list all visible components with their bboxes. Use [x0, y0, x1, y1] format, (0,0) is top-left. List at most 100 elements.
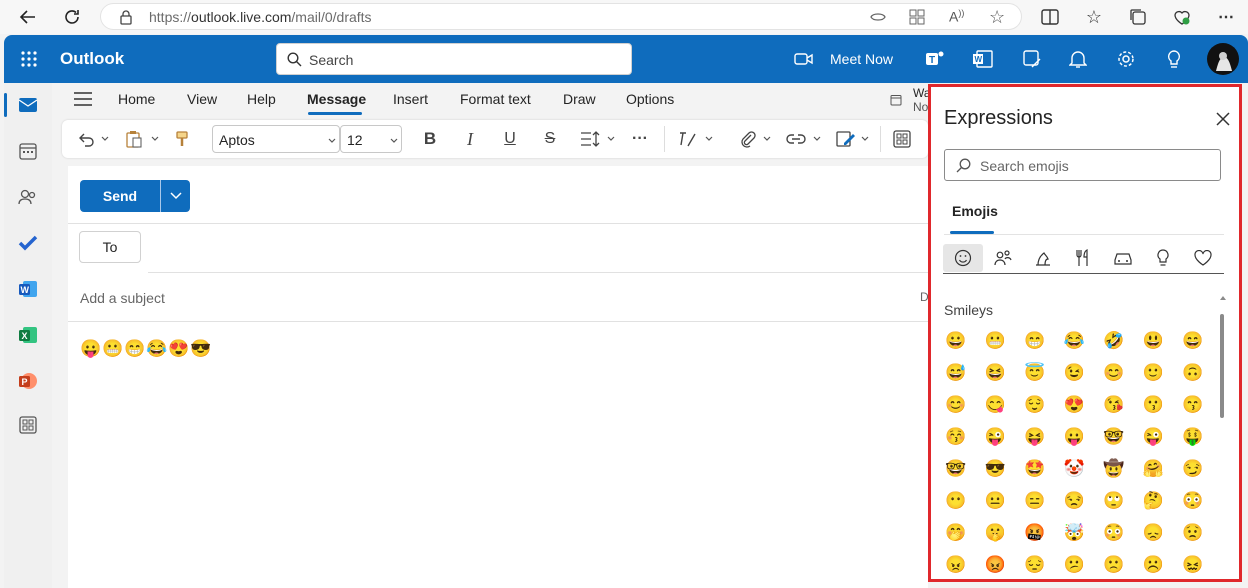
refresh-icon[interactable] — [60, 5, 84, 29]
mail-icon[interactable] — [16, 93, 40, 117]
emoji-cell[interactable]: 😉 — [1064, 362, 1086, 384]
emoji-cell[interactable]: 😕 — [1064, 554, 1086, 576]
emoji-cell[interactable]: 😊 — [1103, 362, 1125, 384]
favorite-star-icon[interactable]: ☆ — [989, 7, 1005, 28]
emoji-cell[interactable]: 😏 — [1182, 458, 1204, 480]
emoji-cell[interactable]: 😘 — [1103, 394, 1125, 416]
emoji-cell[interactable]: 🤫 — [985, 522, 1007, 544]
heart-icon[interactable] — [1183, 244, 1223, 272]
food-icon[interactable] — [1063, 244, 1103, 272]
excel-icon[interactable]: X — [16, 323, 40, 347]
emoji-cell[interactable]: 😠 — [945, 554, 967, 576]
emoji-cell[interactable]: 😋 — [985, 394, 1007, 416]
emoji-cell[interactable]: 🙁 — [1103, 554, 1125, 576]
signature-icon[interactable] — [836, 129, 856, 149]
emoji-cell[interactable]: 🤔 — [1143, 490, 1165, 512]
todo-icon[interactable] — [16, 231, 40, 255]
app-name[interactable]: Outlook — [60, 49, 124, 69]
collections-icon[interactable] — [1126, 5, 1150, 29]
chevron-down-icon[interactable] — [150, 134, 160, 144]
chevron-down-icon[interactable] — [762, 134, 772, 144]
emoji-cell[interactable]: 😳 — [1103, 522, 1125, 544]
bold-icon[interactable]: B — [420, 129, 440, 149]
word-icon[interactable]: W — [16, 277, 40, 301]
tab-emojis[interactable]: Emojis — [952, 203, 998, 219]
app-launcher-icon[interactable] — [20, 50, 38, 68]
scroll-up-arrow-icon[interactable] — [1220, 295, 1226, 301]
subject-input[interactable]: Add a subject — [80, 290, 165, 306]
emoji-cell[interactable]: 😛 — [1064, 426, 1086, 448]
emoji-cell[interactable]: 😔 — [1024, 554, 1046, 576]
emoji-cell[interactable]: 😌 — [1024, 394, 1046, 416]
apps-icon[interactable] — [909, 9, 925, 25]
emoji-cell[interactable]: ☹️ — [1143, 554, 1165, 576]
notes-icon[interactable] — [1020, 47, 1044, 71]
lightbulb-icon[interactable] — [1143, 244, 1183, 272]
emoji-cell[interactable]: 🤠 — [1103, 458, 1125, 480]
emoji-cell[interactable]: 😃 — [1143, 330, 1165, 352]
close-icon[interactable] — [1213, 109, 1233, 129]
underline-icon[interactable]: U — [500, 129, 520, 149]
emoji-search-input[interactable]: Search emojis — [944, 149, 1221, 181]
emoji-cell[interactable]: 😅 — [945, 362, 967, 384]
search-input[interactable]: Search — [276, 43, 632, 75]
tab-options[interactable]: Options — [626, 91, 674, 107]
emoji-cell[interactable]: 😄 — [1182, 330, 1204, 352]
tab-message[interactable]: Message — [307, 91, 366, 107]
emoji-cell[interactable]: 🙂 — [1143, 362, 1165, 384]
emoji-cell[interactable]: 😑 — [1024, 490, 1046, 512]
animal-icon[interactable] — [1023, 244, 1063, 272]
favorites-icon[interactable]: ☆ — [1082, 5, 1106, 29]
chevron-down-icon[interactable] — [860, 134, 870, 144]
people-icon[interactable] — [983, 244, 1023, 272]
gear-icon[interactable] — [1114, 47, 1138, 71]
undo-icon[interactable] — [76, 129, 96, 149]
send-button[interactable]: Send — [80, 180, 160, 212]
to-button[interactable]: To — [79, 231, 141, 263]
emoji-cell[interactable]: 🤗 — [1143, 458, 1165, 480]
font-size-select[interactable]: 12 — [340, 125, 402, 153]
italic-icon[interactable]: I — [460, 129, 480, 149]
tab-format-text[interactable]: Format text — [460, 91, 531, 107]
split-screen-icon[interactable] — [1038, 5, 1062, 29]
emoji-cell[interactable]: 🤓 — [1103, 426, 1125, 448]
tab-home[interactable]: Home — [118, 91, 155, 107]
emoji-cell[interactable]: 😐 — [985, 490, 1007, 512]
emoji-cell[interactable]: 🙄 — [1103, 490, 1125, 512]
font-family-select[interactable]: Aptos — [212, 125, 340, 153]
clipboard-icon[interactable] — [124, 129, 144, 149]
attach-paperclip-icon[interactable] — [738, 129, 758, 149]
chevron-down-icon[interactable] — [100, 134, 110, 144]
emoji-cell[interactable]: 😆 — [985, 362, 1007, 384]
scrollbar-thumb[interactable] — [1220, 314, 1224, 418]
emoji-cell[interactable]: 🙃 — [1182, 362, 1204, 384]
browser-essentials-icon[interactable] — [1170, 5, 1194, 29]
emoji-cell[interactable]: 😜 — [1143, 426, 1165, 448]
emoji-cell[interactable]: 😁 — [1024, 330, 1046, 352]
teams-icon[interactable]: T — [923, 47, 947, 71]
emoji-cell[interactable]: 🤬 — [1024, 522, 1046, 544]
tab-help[interactable]: Help — [247, 91, 276, 107]
emoji-cell[interactable]: 😶 — [945, 490, 967, 512]
people-icon[interactable] — [16, 185, 40, 209]
more-apps-icon[interactable] — [16, 413, 40, 437]
tab-view[interactable]: View — [187, 91, 217, 107]
address-bar[interactable]: https://outlook.live.com/mail/0/drafts A… — [100, 3, 1022, 30]
emoji-cell[interactable]: 😀 — [945, 330, 967, 352]
reading-view-icon[interactable] — [869, 9, 887, 25]
emoji-cell[interactable]: 🤡 — [1064, 458, 1086, 480]
emoji-cell[interactable]: 😚 — [945, 426, 967, 448]
calendar-icon[interactable] — [16, 139, 40, 163]
meet-now-button[interactable]: Meet Now — [794, 45, 893, 73]
strikethrough-icon[interactable]: S — [540, 129, 560, 149]
emoji-cell[interactable]: 😍 — [1064, 394, 1086, 416]
send-options-button[interactable] — [160, 180, 190, 212]
message-body[interactable]: 😛 😬 😁 😂 😍 😎 — [80, 338, 211, 360]
to-input[interactable] — [150, 231, 910, 263]
powerpoint-icon[interactable]: P — [16, 369, 40, 393]
emoji-cell[interactable]: 😞 — [1143, 522, 1165, 544]
smiley-icon[interactable] — [943, 244, 983, 272]
emoji-cell[interactable]: 🤣 — [1103, 330, 1125, 352]
emoji-cell[interactable]: 😒 — [1064, 490, 1086, 512]
emoji-cell[interactable]: 🤩 — [1024, 458, 1046, 480]
